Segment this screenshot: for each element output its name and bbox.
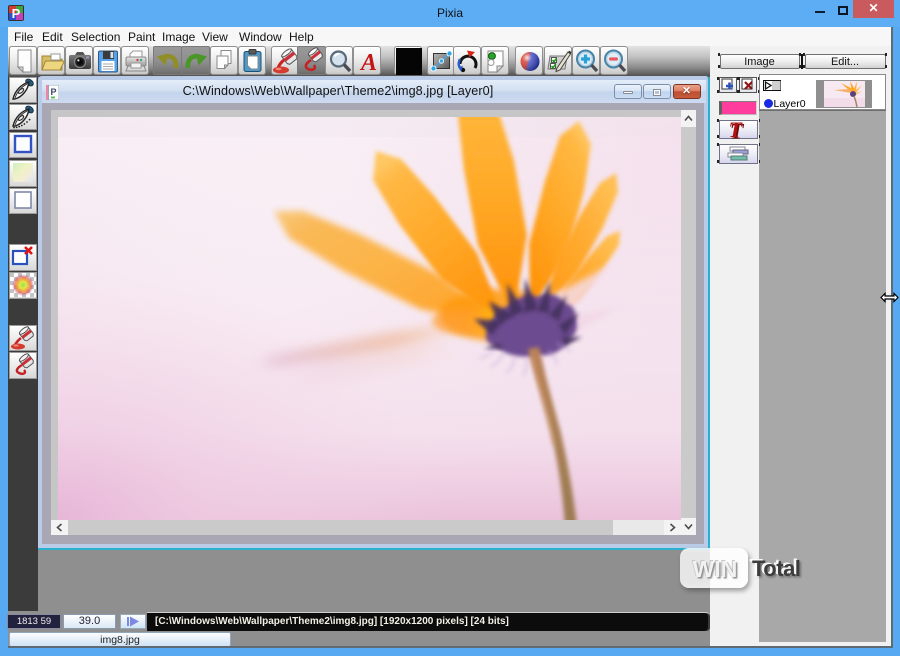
svg-text:A: A (359, 50, 377, 76)
svg-text:P: P (50, 87, 56, 97)
svg-text:P: P (12, 6, 21, 21)
